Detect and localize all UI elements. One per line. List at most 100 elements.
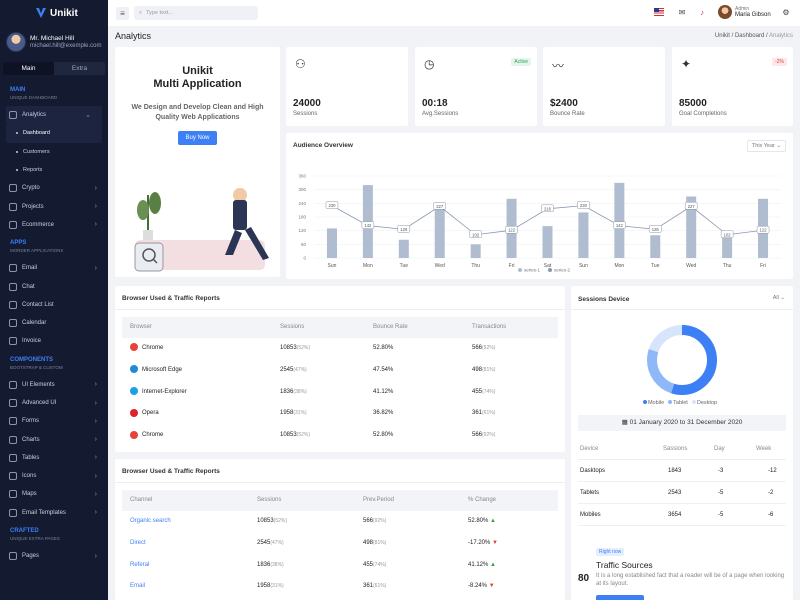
sidebar-item-ui-elements[interactable]: UI Elements › [0, 376, 108, 394]
search-placeholder: Type text... [146, 10, 173, 16]
search-input[interactable]: ⌕ Type text... [134, 6, 258, 20]
sidebar-item-maps[interactable]: Maps › [0, 485, 108, 503]
sidebar-item-icons[interactable]: Icons › [0, 467, 108, 485]
column-header[interactable]: Channel [130, 490, 152, 511]
channel-link[interactable]: Organic search [130, 511, 171, 532]
app-logo[interactable]: Unikit [0, 0, 108, 26]
sessions-percent: (31%) [293, 410, 307, 417]
breadcrumb-item[interactable]: Dashboard [735, 33, 764, 39]
column-header[interactable]: % Change [468, 490, 496, 511]
x-tick-label: Mon [363, 263, 373, 269]
sidebar-item-analytics[interactable]: Analytics ⌄ [6, 106, 102, 125]
device-filter-dropdown[interactable]: All ⌄ [773, 295, 785, 301]
column-header[interactable]: Sessions [280, 317, 304, 338]
table-row[interactable]: Direct 2545(47%) 498(81%) -17.20% ▼ [122, 533, 558, 555]
table-row[interactable]: Mobiles 3654 -5 -6 [578, 504, 786, 526]
confetti-icon: ✦ [681, 57, 692, 71]
column-header[interactable]: Device [580, 438, 598, 460]
menu-icon[interactable]: ≡ [116, 6, 129, 20]
transactions-percent: (81%) [482, 366, 496, 373]
column-header[interactable]: Day [714, 438, 725, 460]
bell-icon[interactable]: ♪ [696, 7, 708, 19]
user-email: michael.hill@exemple.com [30, 43, 102, 49]
status-badge: Active [511, 58, 531, 66]
tab-extra[interactable]: Extra [54, 62, 105, 75]
flag-icon[interactable] [654, 8, 664, 16]
sidebar-item-customers[interactable]: Customers [0, 143, 108, 161]
table-row[interactable]: Dasktops 1843 -3 -12 [578, 460, 786, 482]
table-row[interactable]: Tablets 2543 -5 -2 [578, 482, 786, 504]
bar [542, 226, 553, 258]
sidebar-item-advanced-ui[interactable]: Advanced UI › [0, 394, 108, 412]
arrow-down-icon: ▼ [488, 583, 495, 590]
table-row[interactable]: Internet-Explorer 1836(38%) 41.12% 455(74%) [122, 382, 558, 404]
table-row[interactable]: Email 1958(31%) 361(61%) -8.24% ▼ [122, 576, 558, 598]
column-header[interactable]: Sessions [257, 490, 281, 511]
y-tick-label: 240 [298, 201, 306, 206]
buy-now-button[interactable]: Buy Now [178, 131, 217, 145]
sidebar-item-forms[interactable]: Forms › [0, 412, 108, 430]
sidebar-item-calendar[interactable]: Calendar [0, 314, 108, 332]
traffic-button[interactable] [596, 595, 644, 600]
column-header[interactable]: Browser [130, 317, 152, 338]
browser-icon [130, 430, 138, 439]
sidebar-item-projects[interactable]: Projects › [0, 197, 108, 215]
traffic-title: Traffic Sources [596, 560, 653, 570]
tab-main[interactable]: Main [3, 62, 54, 75]
sidebar-item-chat[interactable]: Chat [0, 277, 108, 295]
arrow-up-icon: ▲ [490, 518, 496, 524]
sidebar-item-ecommerce[interactable]: Ecommerce › [0, 216, 108, 234]
channel-link[interactable]: Direct [130, 533, 146, 554]
data-label: 122 [508, 228, 516, 233]
device-day: -5 [718, 490, 724, 496]
browser-name: Internet-Explorer [142, 388, 187, 395]
sidebar-item-charts[interactable]: Charts › [0, 430, 108, 448]
table-row[interactable]: Chrome 10853(52%) 52.80% 566(92%) [122, 425, 558, 447]
table-row[interactable]: Referal 1836(38%) 455(74%) 41.12% ▲ [122, 555, 558, 577]
channel-link[interactable]: Referal [130, 555, 149, 576]
bar [434, 206, 445, 258]
sidebar-item-reports[interactable]: Reports [0, 161, 108, 179]
x-tick-label: Wed [435, 263, 445, 269]
prev-value: 361 [363, 583, 374, 590]
gear-icon[interactable]: ⚙ [780, 7, 792, 19]
column-header[interactable]: Week [756, 438, 771, 460]
table-row[interactable]: Organic search 10853(52%) 566(92%) 52.80% ▲ [122, 511, 558, 533]
sidebar-item-crypto[interactable]: Crypto › [0, 179, 108, 197]
column-header[interactable]: Transactions [472, 317, 506, 338]
sidebar-item-invoice[interactable]: Invoice [0, 332, 108, 350]
column-header[interactable]: Sassions [663, 438, 687, 460]
users-icon: ⚇ [295, 57, 306, 71]
browser-name: Chrome [142, 432, 164, 439]
channel-link[interactable]: Email [130, 576, 145, 597]
bar [722, 235, 733, 258]
sidebar-item-email-templates[interactable]: Email Templates › [0, 504, 108, 522]
table-row[interactable]: Opera 1958(31%) 36.82% 361(61%) [122, 403, 558, 425]
sessions-value: 1958 [257, 583, 271, 590]
ecommerce-icon [9, 220, 17, 229]
welcome-illustration [134, 188, 269, 272]
table-row[interactable]: Microsoft Edge 2545(47%) 47.54% 498(81%) [122, 360, 558, 382]
sessions-percent: (52%) [296, 432, 311, 439]
data-label: 126 [652, 227, 660, 232]
sidebar-item-pages[interactable]: Pages › [0, 547, 108, 565]
breadcrumb-item[interactable]: Unikit [715, 33, 730, 39]
sidebar-item-tables[interactable]: Tables › [0, 449, 108, 467]
transactions-value: 566 [472, 345, 483, 351]
mail-icon[interactable]: ✉ [676, 7, 688, 19]
sidebar-item-contact-list[interactable]: Contact List [0, 296, 108, 314]
sessions-percent: (38%) [293, 388, 307, 395]
user-menu[interactable]: Admin Maria Gibson [718, 5, 771, 19]
column-header[interactable]: Bounce Rate [373, 317, 408, 338]
sidebar-item-dashboard[interactable]: Dashboard [6, 124, 102, 143]
table-row[interactable]: Chrome 10853(52%) 52.80% 566(92%) [122, 338, 558, 360]
sidebar: Unikit Mr. Michael Hill michael.hill@exem… [0, 0, 108, 600]
browser-cell: Internet-Explorer [130, 382, 187, 403]
sidebar-item-email[interactable]: Email › [0, 259, 108, 277]
user-profile[interactable]: Mr. Michael Hill michael.hill@exemple.com [0, 26, 108, 58]
column-header[interactable]: Prev.Period [363, 490, 394, 511]
bounce-cell: 52.80% [373, 432, 394, 439]
star-icon [9, 399, 17, 407]
section-title: COMPONENTS [10, 356, 54, 363]
prev-period-cell: 498(81%) [363, 533, 386, 554]
